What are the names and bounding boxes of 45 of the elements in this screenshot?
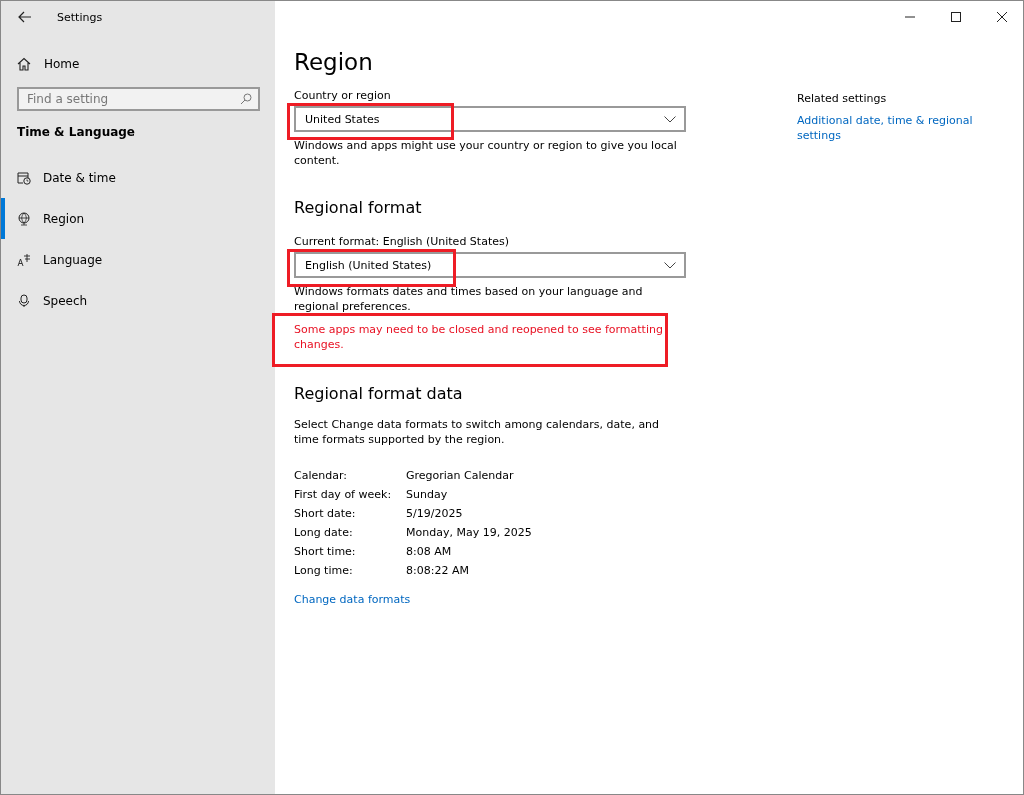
format-value: Gregorian Calendar	[406, 469, 515, 482]
format-value: 8:08:22 AM	[406, 564, 470, 577]
format-value: Sunday	[406, 488, 449, 501]
search-field[interactable]: Find a setting	[17, 87, 260, 111]
section-heading: Regional format data	[294, 384, 464, 403]
nav-item[interactable]: Region	[1, 198, 260, 239]
change-formats-link[interactable]: Change data formats	[294, 593, 411, 606]
related-heading: Related settings	[797, 92, 888, 105]
section-heading: Time & Language	[17, 125, 136, 139]
format-value: Monday, May 19, 2025	[406, 526, 533, 539]
calendar-clock-icon	[17, 170, 31, 185]
maximize-icon[interactable]	[951, 12, 961, 22]
chevron-down-icon	[664, 261, 676, 269]
format-label: Short date:	[294, 507, 357, 520]
description-text: Select Change data formats to switch among calendars, date, and time formats supported by the region.	[294, 417, 661, 447]
globe-icon	[17, 211, 31, 226]
format-dropdown[interactable]: English (United States)	[294, 252, 686, 278]
country-dropdown[interactable]: United States	[294, 106, 686, 132]
format-value: 8:08 AM	[406, 545, 453, 558]
page-title: Region	[294, 49, 374, 75]
nav-item[interactable]: Date & time	[1, 157, 260, 198]
microphone-icon	[17, 293, 31, 308]
home-icon	[17, 57, 31, 71]
field-label: Country or region	[294, 89, 391, 102]
format-label: Long date:	[294, 526, 354, 539]
nav-item[interactable]: Speech	[1, 280, 260, 321]
language-icon	[17, 252, 31, 267]
search-icon	[240, 93, 252, 105]
format-label: Calendar:	[294, 469, 348, 482]
chevron-down-icon	[664, 115, 676, 123]
format-label: First day of week:	[294, 488, 393, 501]
description-text: Windows formats dates and times based on your language and regional preferences.	[294, 284, 644, 314]
description-text: Windows and apps might use your country or region to give you local content.	[294, 138, 678, 168]
format-value: 5/19/2025	[406, 507, 464, 520]
close-icon[interactable]	[997, 12, 1007, 22]
window-title: Settings	[57, 10, 103, 24]
related-link[interactable]: Additional date, time & regional settings	[797, 113, 982, 143]
nav-item[interactable]: Language	[1, 239, 260, 280]
section-heading: Regional format	[294, 198, 423, 217]
warning-text: Some apps may need to be closed and reopened to see formatting changes.	[294, 322, 664, 352]
field-label: Current format: English (United States)	[294, 235, 509, 248]
home-link[interactable]: Home	[17, 49, 260, 79]
back-arrow-icon[interactable]	[18, 11, 32, 23]
format-label: Long time:	[294, 564, 354, 577]
format-label: Short time:	[294, 545, 357, 558]
